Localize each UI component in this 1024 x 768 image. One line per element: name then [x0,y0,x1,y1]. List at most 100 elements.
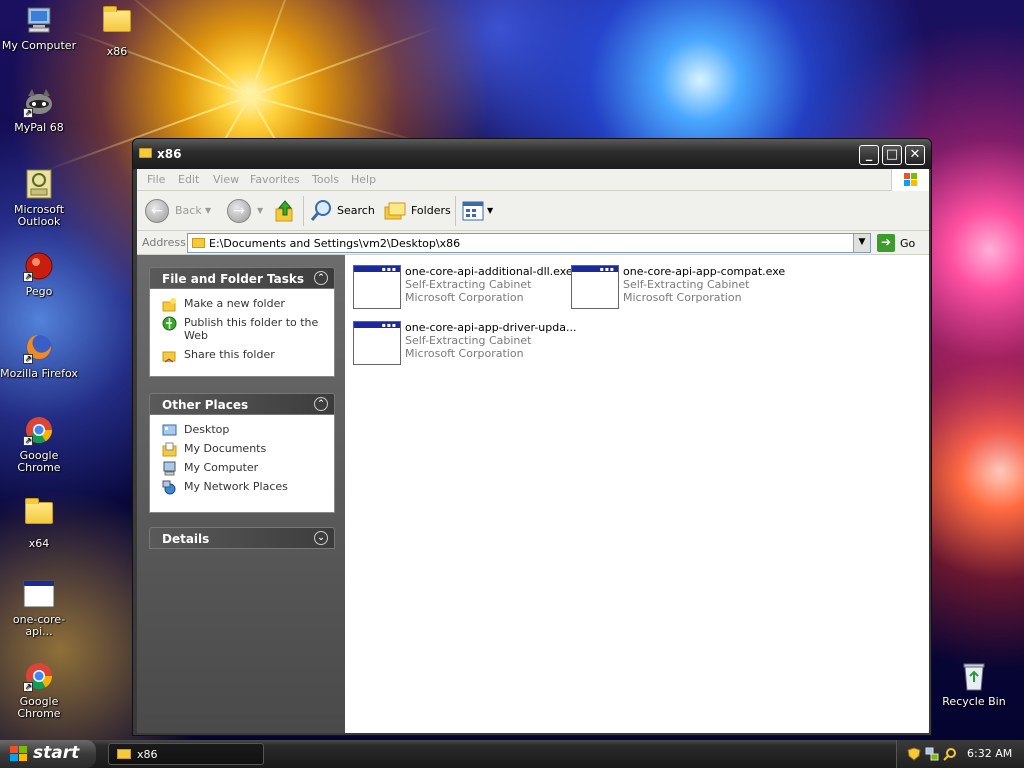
collapse-chevron-icon[interactable]: ⌃ [314,397,328,411]
menu-tools[interactable]: Tools [312,173,339,186]
search-tray-icon[interactable] [943,747,957,761]
folder-icon [103,6,131,32]
panel-details: Details ⌄ [149,527,335,549]
panel-file-folder-tasks: File and Folder Tasks ⌃ Make a new folde… [149,267,335,377]
shortcut-arrow-icon: ↗ [23,108,33,118]
shortcut-arrow-icon: ↗ [23,272,33,282]
outlook-icon [23,168,55,200]
views-button[interactable]: ▼ [461,199,497,223]
file-item[interactable]: ▪▪▪ one-core-api-additional-dll.exe Self… [349,263,573,311]
desktop-icon-one-core-api[interactable]: one-core-api... [0,578,78,638]
taskbar-item-x86[interactable]: x86 [108,743,264,765]
place-my-documents[interactable]: My Documents [162,442,328,457]
panel-other-places: Other Places ⌃ Desktop My Documents My C… [149,393,335,513]
start-button[interactable]: start [0,740,96,768]
desktop-icon-my-computer[interactable]: My Computer [0,4,78,52]
panel-header[interactable]: Other Places ⌃ [149,393,335,415]
menu-edit[interactable]: Edit [178,173,199,186]
folders-button[interactable]: Folders [383,199,453,223]
recycle-bin-icon [958,660,990,692]
executable-icon: ▪▪▪ [571,265,619,309]
place-my-computer[interactable]: My Computer [162,461,328,476]
expand-chevron-icon[interactable]: ⌄ [314,531,328,545]
file-type: Self-Extracting Cabinet [405,334,532,347]
up-folder-button[interactable] [273,199,297,223]
menu-favorites[interactable]: Favorites [250,173,300,186]
folder-icon [139,148,152,158]
title-bar[interactable]: x86 _ □ ✕ [133,139,931,169]
desktop-icon-pego[interactable]: ↗ Pego [0,250,78,298]
collapse-chevron-icon[interactable]: ⌃ [314,271,328,285]
up-arrow-icon [275,200,293,222]
computer-icon [163,461,176,476]
toolbar-separator [303,196,304,226]
shortcut-arrow-icon: ↗ [23,354,33,364]
shortcut-arrow-icon: ↗ [23,682,33,692]
forward-button[interactable]: → ▼ [227,199,263,223]
network-tray-icon[interactable] [925,747,939,761]
file-item[interactable]: ▪▪▪ one-core-api-app-driver-upda... Self… [349,319,576,367]
security-shield-icon[interactable] [907,747,921,761]
task-share-folder[interactable]: Share this folder [162,348,328,363]
forward-arrow-icon: → [227,199,251,223]
file-name: one-core-api-app-driver-upda... [405,321,577,334]
desktop-icon-recycle-bin[interactable]: Recycle Bin [935,660,1013,708]
place-my-network-places[interactable]: My Network Places [162,480,328,495]
desktop-icon-x64[interactable]: x64 [0,496,78,550]
panel-header[interactable]: File and Folder Tasks ⌃ [149,267,335,289]
desktop-icon-x86[interactable]: x86 [78,4,156,58]
desktop-icon [162,424,177,436]
share-folder-icon [162,351,176,363]
chrome-icon: ↗ [23,414,55,446]
windows-logo-icon [891,169,929,191]
maximize-button[interactable]: □ [882,145,902,165]
back-arrow-icon: ← [145,199,169,223]
file-item[interactable]: ▪▪▪ one-core-api-app-compat.exe Self-Ext… [567,263,785,311]
menu-file[interactable]: File [147,173,165,186]
close-button[interactable]: ✕ [905,145,925,165]
address-value: E:\Documents and Settings\vm2\Desktop\x8… [209,237,461,250]
back-button[interactable]: ← Back ▼ [145,199,215,223]
firefox-icon: ↗ [23,332,55,364]
window-title: x86 [157,147,182,161]
chevron-down-icon: ▼ [257,206,264,215]
windows-logo-icon [10,746,27,761]
views-icon [462,201,484,221]
file-type: Self-Extracting Cabinet [405,278,532,291]
search-button[interactable]: Search [309,199,375,223]
search-icon [310,200,331,221]
executable-icon: ▪▪▪ [353,265,401,309]
file-type: Self-Extracting Cabinet [623,278,750,291]
clock[interactable]: 6:32 AM [967,747,1012,760]
file-list-view[interactable]: ▪▪▪ one-core-api-additional-dll.exe Self… [345,255,929,733]
menu-help[interactable]: Help [351,173,376,186]
desktop-icon-mypal[interactable]: ↗ MyPal 68 [0,86,78,134]
raccoon-icon: ↗ [23,86,55,118]
file-company: Microsoft Corporation [405,347,524,360]
panel-header[interactable]: Details ⌄ [149,527,335,549]
explorer-window: x86 _ □ ✕ File Edit View Favorites Tools… [132,138,932,736]
go-button[interactable]: ➔ Go [877,234,927,252]
minimize-button[interactable]: _ [859,145,879,165]
task-make-new-folder[interactable]: Make a new folder [162,297,328,312]
documents-icon [162,442,177,457]
place-desktop[interactable]: Desktop [162,423,328,436]
folder-icon [117,749,131,759]
chrome-icon: ↗ [23,660,55,692]
task-publish-folder-web[interactable]: Publish this folder to the Web [162,316,328,342]
address-dropdown-button[interactable]: ▼ [853,234,870,252]
desktop-icon-firefox[interactable]: ↗ Mozilla Firefox [0,332,78,380]
address-input[interactable]: E:\Documents and Settings\vm2\Desktop\x8… [187,233,871,253]
pego-icon: ↗ [23,250,55,282]
desktop-icon-outlook[interactable]: Microsoft Outlook [0,168,78,228]
globe-icon [162,316,177,331]
network-icon [162,480,176,495]
file-name: one-core-api-additional-dll.exe [405,265,573,278]
desktop-icon-chrome-2[interactable]: ↗ Google Chrome [0,660,78,720]
task-pane: File and Folder Tasks ⌃ Make a new folde… [137,255,345,733]
shortcut-arrow-icon: ↗ [23,436,33,446]
menu-view[interactable]: View [213,173,239,186]
new-folder-icon [162,298,176,312]
folder-icon [192,238,205,248]
desktop-icon-chrome-1[interactable]: ↗ Google Chrome [0,414,78,474]
